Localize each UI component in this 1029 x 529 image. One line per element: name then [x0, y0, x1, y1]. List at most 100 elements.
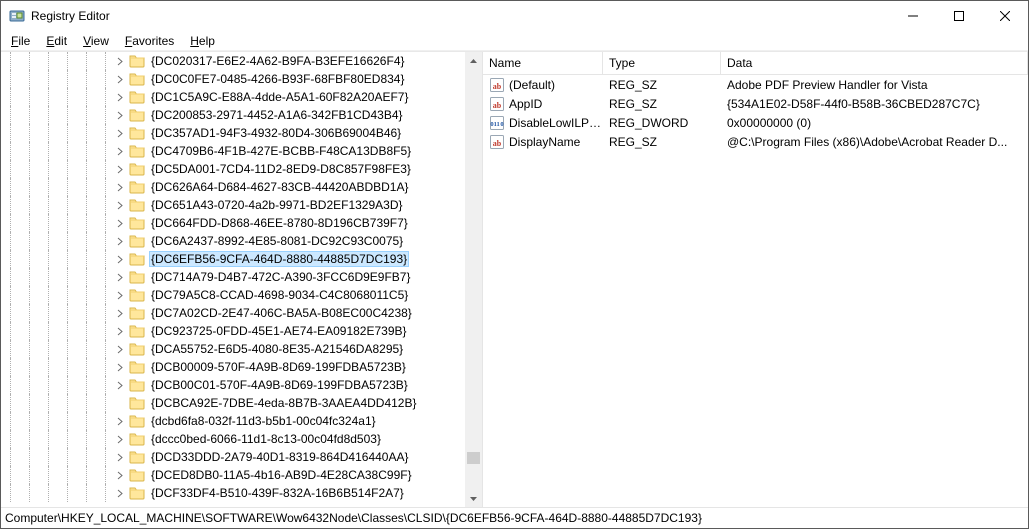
expand-icon[interactable] — [113, 304, 128, 322]
column-header-data[interactable]: Data — [721, 52, 1028, 75]
tree-item[interactable]: {DC0C0FE7-0485-4266-B93F-68FBF80ED834} — [1, 70, 465, 88]
expand-icon[interactable] — [113, 394, 128, 412]
expand-icon[interactable] — [113, 412, 128, 430]
tree-item-label: {DC020317-E6E2-4A62-B9FA-B3EFE16626F4} — [149, 53, 407, 69]
menu-help[interactable]: Help — [182, 32, 223, 50]
tree-item-label: {DC6EFB56-9CFA-464D-8880-44885D7DC193} — [149, 251, 409, 267]
tree-item[interactable]: {DC651A43-0720-4a2b-9971-BD2EF1329A3D} — [1, 196, 465, 214]
tree-item[interactable]: {DCA55752-E6D5-4080-8E35-A21546DA8295} — [1, 340, 465, 358]
expand-icon[interactable] — [113, 376, 128, 394]
tree-item-label: {DC0C0FE7-0485-4266-B93F-68FBF80ED834} — [149, 71, 406, 87]
tree-item[interactable]: {DC1C5A9C-E88A-4dde-A5A1-60F82A20AEF7} — [1, 88, 465, 106]
folder-icon — [129, 143, 145, 159]
tree-item[interactable]: {DC200853-2971-4452-A1A6-342FB1CD43B4} — [1, 106, 465, 124]
value-data: Adobe PDF Preview Handler for Vista — [721, 78, 1028, 92]
folder-icon — [129, 179, 145, 195]
svg-text:ab: ab — [493, 82, 502, 91]
tree-item[interactable]: {DCB00009-570F-4A9B-8D69-199FDBA5723B} — [1, 358, 465, 376]
tree-item[interactable]: {DC664FDD-D868-46EE-8780-8D196CB739F7} — [1, 214, 465, 232]
tree-item[interactable]: {dccc0bed-6066-11d1-8c13-00c04fd8d503} — [1, 430, 465, 448]
list-view[interactable]: ab(Default)REG_SZAdobe PDF Preview Handl… — [483, 75, 1028, 151]
value-name: DisplayName — [509, 135, 603, 149]
tree-item[interactable]: {DCD33DDD-2A79-40D1-8319-864D416440AA} — [1, 448, 465, 466]
reg-dword-icon: 011 0 — [489, 115, 505, 131]
maximize-button[interactable] — [936, 1, 982, 31]
folder-icon — [129, 467, 145, 483]
value-type: REG_SZ — [603, 97, 721, 111]
minimize-button[interactable] — [890, 1, 936, 31]
tree-item[interactable]: {DCB00C01-570F-4A9B-8D69-199FDBA5723B} — [1, 376, 465, 394]
expand-icon[interactable] — [113, 286, 128, 304]
expand-icon[interactable] — [113, 106, 128, 124]
expand-icon[interactable] — [113, 466, 128, 484]
folder-icon — [129, 71, 145, 87]
expand-icon[interactable] — [113, 448, 128, 466]
tree-item-label: {DC79A5C8-CCAD-4698-9034-C4C8068011C5} — [149, 287, 410, 303]
scroll-down-button[interactable] — [465, 490, 482, 507]
expand-icon[interactable] — [113, 178, 128, 196]
menu-favorites[interactable]: Favorites — [117, 32, 182, 50]
menu-file[interactable]: File — [3, 32, 38, 50]
tree-item[interactable]: {DC626A64-D684-4627-83CB-44420ABDBD1A} — [1, 178, 465, 196]
expand-icon[interactable] — [113, 250, 128, 268]
close-button[interactable] — [982, 1, 1028, 31]
tree-view[interactable]: {DC020317-E6E2-4A62-B9FA-B3EFE16626F4} {D… — [1, 52, 465, 507]
tree-item-label: {DCB00C01-570F-4A9B-8D69-199FDBA5723B} — [149, 377, 410, 393]
tree-item[interactable]: {DC79A5C8-CCAD-4698-9034-C4C8068011C5} — [1, 286, 465, 304]
expand-icon[interactable] — [113, 430, 128, 448]
folder-icon — [129, 125, 145, 141]
expand-icon[interactable] — [113, 232, 128, 250]
tree-item[interactable]: {DC7A02CD-2E47-406C-BA5A-B08EC00C4238} — [1, 304, 465, 322]
expand-icon[interactable] — [113, 124, 128, 142]
folder-icon — [129, 215, 145, 231]
tree-item[interactable]: {DC5DA001-7CD4-11D2-8ED9-D8C857F98FE3} — [1, 160, 465, 178]
folder-icon — [129, 485, 145, 501]
expand-icon[interactable] — [113, 160, 128, 178]
column-header-name[interactable]: Name — [483, 52, 603, 75]
expand-icon[interactable] — [113, 268, 128, 286]
expand-icon[interactable] — [113, 322, 128, 340]
folder-icon — [129, 251, 145, 267]
tree-item[interactable]: {DC923725-0FDD-45E1-AE74-EA09182E739B} — [1, 322, 465, 340]
vertical-scrollbar[interactable] — [465, 52, 482, 507]
expand-icon[interactable] — [113, 214, 128, 232]
tree-item[interactable]: {DC4709B6-4F1B-427E-BCBB-F48CA13DB8F5} — [1, 142, 465, 160]
scroll-thumb[interactable] — [467, 452, 480, 464]
tree-item-label: {DC6A2437-8992-4E85-8081-DC92C93C0075} — [149, 233, 405, 249]
folder-icon — [129, 449, 145, 465]
column-header-type[interactable]: Type — [603, 52, 721, 75]
tree-item[interactable]: {DCBCA92E-7DBE-4eda-8B7B-3AAEA4DD412B} — [1, 394, 465, 412]
value-data: {534A1E02-D58F-44f0-B58B-36CBED287C7C} — [721, 97, 1028, 111]
tree-item-label: {DCF33DF4-B510-439F-832A-16B6B514F2A7} — [149, 485, 406, 501]
expand-icon[interactable] — [113, 340, 128, 358]
tree-item[interactable]: {DC714A79-D4B7-472C-A390-3FCC6D9E9FB7} — [1, 268, 465, 286]
expand-icon[interactable] — [113, 196, 128, 214]
tree-item[interactable]: {DC020317-E6E2-4A62-B9FA-B3EFE16626F4} — [1, 52, 465, 70]
expand-icon[interactable] — [113, 52, 128, 70]
folder-icon — [129, 107, 145, 123]
expand-icon[interactable] — [113, 142, 128, 160]
list-row[interactable]: ab(Default)REG_SZAdobe PDF Preview Handl… — [483, 75, 1028, 94]
folder-icon — [129, 89, 145, 105]
list-row[interactable]: abDisplayNameREG_SZ@C:\Program Files (x8… — [483, 132, 1028, 151]
list-row[interactable]: abAppIDREG_SZ{534A1E02-D58F-44f0-B58B-36… — [483, 94, 1028, 113]
app-icon — [9, 8, 25, 24]
tree-item[interactable]: {DC6EFB56-9CFA-464D-8880-44885D7DC193} — [1, 250, 465, 268]
tree-item-label: {DC664FDD-D868-46EE-8780-8D196CB739F7} — [149, 215, 410, 231]
menu-view[interactable]: View — [75, 32, 117, 50]
tree-item[interactable]: {DCF33DF4-B510-439F-832A-16B6B514F2A7} — [1, 484, 465, 502]
tree-item[interactable]: {DC357AD1-94F3-4932-80D4-306B69004B46} — [1, 124, 465, 142]
expand-icon[interactable] — [113, 484, 128, 502]
menu-edit[interactable]: Edit — [38, 32, 75, 50]
expand-icon[interactable] — [113, 358, 128, 376]
scroll-up-button[interactable] — [465, 52, 482, 69]
expand-icon[interactable] — [113, 88, 128, 106]
list-row[interactable]: 011 0DisableLowILPro...REG_DWORD0x000000… — [483, 113, 1028, 132]
tree-item[interactable]: {dcbd6fa8-032f-11d3-b5b1-00c04fc324a1} — [1, 412, 465, 430]
tree-item-label: {DC357AD1-94F3-4932-80D4-306B69004B46} — [149, 125, 403, 141]
expand-icon[interactable] — [113, 70, 128, 88]
titlebar[interactable]: Registry Editor — [1, 1, 1028, 31]
tree-item-label: {DCBCA92E-7DBE-4eda-8B7B-3AAEA4DD412B} — [149, 395, 418, 411]
tree-item[interactable]: {DCED8DB0-11A5-4b16-AB9D-4E28CA38C99F} — [1, 466, 465, 484]
tree-item[interactable]: {DC6A2437-8992-4E85-8081-DC92C93C0075} — [1, 232, 465, 250]
